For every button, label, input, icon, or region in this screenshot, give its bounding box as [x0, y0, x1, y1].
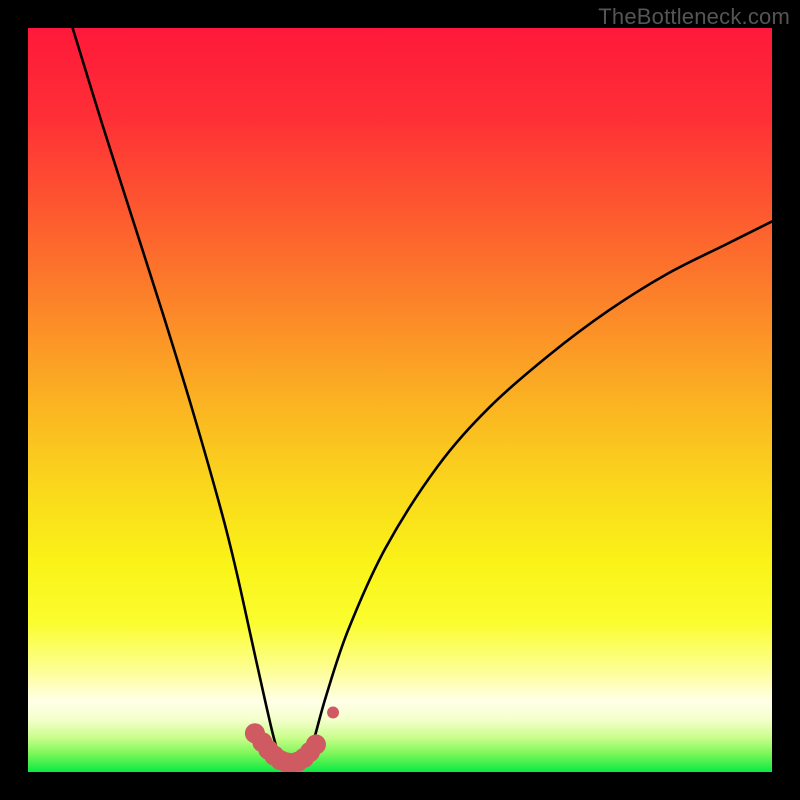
plot-area — [28, 28, 772, 772]
chart-svg — [28, 28, 772, 772]
marker-group — [245, 707, 339, 772]
marker-dot — [306, 734, 326, 754]
marker-dot — [327, 707, 339, 719]
outer-frame: TheBottleneck.com — [0, 0, 800, 800]
watermark-text: TheBottleneck.com — [598, 4, 790, 30]
bottleneck-curve — [73, 28, 772, 771]
